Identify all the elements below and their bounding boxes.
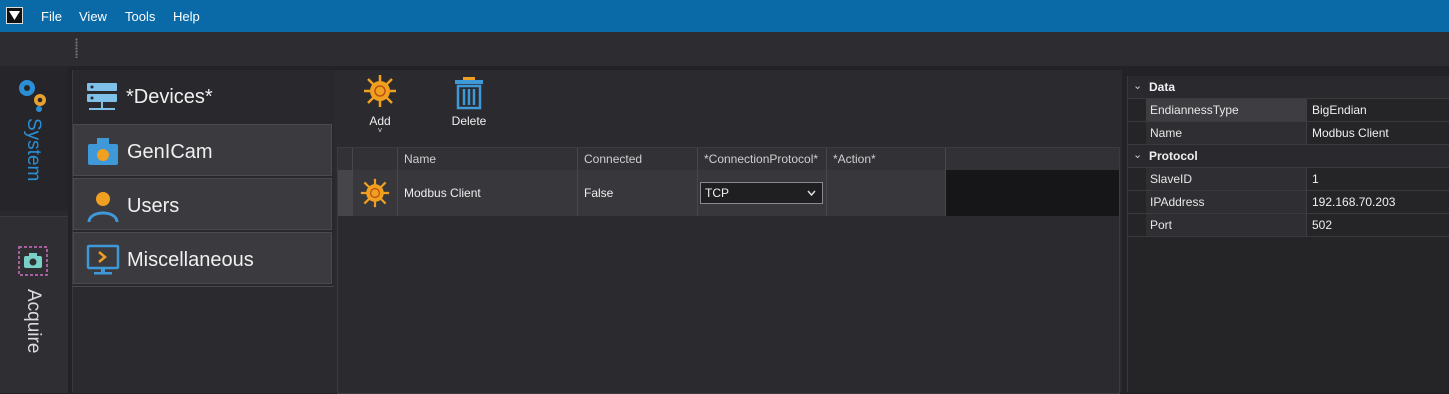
property-group-name: Data — [1149, 80, 1176, 94]
property-value[interactable]: 1 — [1307, 168, 1319, 190]
property-group-name: Protocol — [1149, 149, 1198, 163]
cell-action[interactable] — [827, 170, 946, 216]
property-row-name[interactable]: Name Modbus Client — [1128, 122, 1449, 145]
property-panel: ⌄ Data EndiannessType BigEndian Name Mod… — [1127, 76, 1449, 392]
category-genicam[interactable]: GenICam — [73, 124, 332, 176]
grid-header: Name Connected *ConnectionProtocol* *Act… — [338, 148, 1119, 170]
trash-icon — [455, 77, 483, 110]
rail-label-acquire: Acquire — [23, 289, 44, 354]
menu-file[interactable]: File — [41, 9, 62, 24]
property-value[interactable]: 192.168.70.203 — [1307, 191, 1395, 213]
menu-bar: File View Tools Help — [0, 0, 1449, 32]
property-name: EndiannessType — [1146, 99, 1307, 121]
rail-tab-acquire[interactable]: Acquire — [0, 216, 68, 393]
chevron-down-icon — [807, 183, 816, 209]
property-name: Port — [1146, 214, 1307, 236]
camera-frame-icon — [18, 246, 48, 276]
property-row-port[interactable]: Port 502 — [1128, 214, 1449, 237]
column-header-connection-protocol[interactable]: *ConnectionProtocol* — [698, 148, 827, 170]
property-name: Name — [1146, 122, 1307, 144]
property-name: SlaveID — [1146, 168, 1307, 190]
category-label: Miscellaneous — [127, 249, 254, 271]
grid-empty-area — [946, 170, 1119, 216]
table-row[interactable]: Modbus Client False TCP — [338, 170, 946, 216]
cell-name[interactable]: Modbus Client — [398, 170, 578, 216]
property-value[interactable]: Modbus Client — [1307, 122, 1389, 144]
menu-help[interactable]: Help — [173, 9, 200, 24]
devices-server-icon — [87, 83, 117, 110]
devices-view: Add ˅ Delete Name Connected *ConnectionP… — [334, 70, 1122, 394]
app-logo-icon — [6, 7, 23, 24]
category-devices[interactable]: *Devices* — [73, 70, 332, 122]
menu-view[interactable]: View — [79, 9, 107, 24]
collapse-chevron-icon[interactable]: ⌄ — [1133, 79, 1142, 92]
category-users[interactable]: Users — [73, 178, 332, 230]
select-value: TCP — [705, 186, 729, 200]
property-group-data[interactable]: ⌄ Data — [1128, 76, 1449, 99]
device-icon-cell — [353, 170, 398, 216]
toolbar-grip-handle[interactable] — [75, 38, 78, 58]
property-value[interactable]: 502 — [1307, 214, 1332, 236]
category-panel: *Devices* GenICam Users Miscellaneous — [72, 70, 335, 393]
add-dropdown-chevron-icon[interactable]: ˅ — [345, 126, 415, 135]
add-button[interactable]: Add ˅ — [345, 74, 415, 135]
camera-icon — [88, 138, 118, 165]
column-header-connected[interactable]: Connected — [578, 148, 698, 170]
device-add-icon — [364, 75, 396, 107]
gears-icon — [19, 80, 46, 112]
rail-tab-system[interactable]: System — [0, 66, 68, 211]
device-icon — [360, 178, 390, 208]
property-row-endianness[interactable]: EndiannessType BigEndian — [1128, 99, 1449, 122]
row-header-corner — [338, 148, 353, 170]
menu-tools[interactable]: Tools — [125, 9, 155, 24]
category-label: Users — [127, 195, 180, 217]
side-rail: System Acquire — [0, 66, 68, 393]
rail-label-system: System — [23, 118, 44, 182]
property-group-protocol[interactable]: ⌄ Protocol — [1128, 145, 1449, 168]
column-header-name[interactable]: Name — [398, 148, 578, 170]
category-label: *Devices* — [126, 86, 213, 108]
delete-button-label: Delete — [451, 114, 487, 128]
icon-column-header — [353, 148, 398, 170]
cell-connected[interactable]: False — [578, 170, 698, 216]
property-row-slaveid[interactable]: SlaveID 1 — [1128, 168, 1449, 191]
property-row-ipaddress[interactable]: IPAddress 192.168.70.203 — [1128, 191, 1449, 214]
toolbar-strip — [0, 32, 1449, 66]
property-value[interactable]: BigEndian — [1307, 99, 1367, 121]
delete-button[interactable]: Delete — [434, 74, 504, 134]
devices-grid: Name Connected *ConnectionProtocol* *Act… — [337, 147, 1120, 394]
collapse-chevron-icon[interactable]: ⌄ — [1133, 148, 1142, 161]
category-panel-empty-area — [73, 286, 335, 393]
category-miscellaneous[interactable]: Miscellaneous — [73, 232, 332, 284]
column-header-action[interactable]: *Action* — [827, 148, 946, 170]
connection-protocol-select[interactable]: TCP — [700, 182, 823, 204]
monitor-chevron-icon — [86, 244, 120, 275]
row-selector[interactable] — [338, 170, 353, 216]
category-label: GenICam — [127, 141, 213, 163]
user-icon — [87, 192, 119, 223]
property-name: IPAddress — [1146, 191, 1307, 213]
